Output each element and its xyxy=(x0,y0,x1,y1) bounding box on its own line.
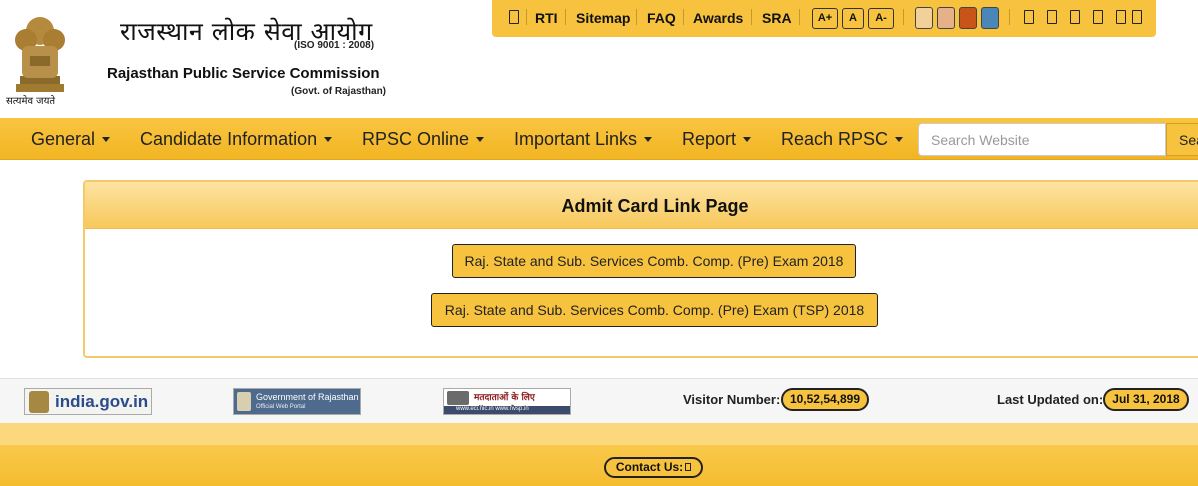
rajasthan-portal-logo[interactable]: Government of Rajasthan Official Web Por… xyxy=(233,388,361,415)
lang-icon-3[interactable] xyxy=(1070,10,1080,24)
ballot-icon xyxy=(447,391,469,405)
admit-card-button-tsp-2018[interactable]: Raj. State and Sub. Services Comb. Comp.… xyxy=(431,293,878,327)
govt-subtitle: (Govt. of Rajasthan) xyxy=(291,86,387,97)
main-navbar: General Candidate Information RPSC Onlin… xyxy=(0,118,1198,160)
caret-down-icon xyxy=(476,136,485,142)
footer-bottom xyxy=(0,445,1198,486)
site-title-english[interactable]: Rajasthan Public Service Commission xyxy=(107,65,380,82)
lang-icon-5[interactable] xyxy=(1116,10,1126,24)
visitor-label: Visitor Number: xyxy=(683,392,781,407)
visitor-count-badge: 10,52,54,899 xyxy=(781,388,869,411)
divider xyxy=(751,9,752,25)
emblem-icon xyxy=(237,392,251,411)
theme-swatch-3[interactable] xyxy=(959,7,977,29)
rti-link[interactable]: RTI xyxy=(535,10,558,26)
divider xyxy=(903,9,904,25)
nav-label: Reach RPSC xyxy=(781,129,889,149)
contact-label: Contact Us: xyxy=(615,460,684,474)
nav-reach-rpsc[interactable]: Reach RPSC xyxy=(781,129,904,150)
theme-swatch-4[interactable] xyxy=(981,7,999,29)
lang-icon-2[interactable] xyxy=(1047,10,1057,24)
font-decrease-button[interactable]: A- xyxy=(868,8,894,29)
caret-down-icon xyxy=(102,136,111,142)
nav-label: Report xyxy=(682,129,737,149)
sitemap-link[interactable]: Sitemap xyxy=(576,10,630,26)
divider xyxy=(799,9,800,25)
last-updated-badge: Jul 31, 2018 xyxy=(1103,388,1189,411)
nav-important-links[interactable]: Important Links xyxy=(514,129,653,150)
home-icon[interactable] xyxy=(509,10,519,24)
rajasthan-portal-subtext: Official Web Portal xyxy=(256,404,306,410)
lang-icon-6[interactable] xyxy=(1132,10,1142,24)
divider xyxy=(683,9,684,25)
lang-icon-1[interactable] xyxy=(1024,10,1034,24)
caret-down-icon xyxy=(895,136,904,142)
voter-services-urls: www.eci.nic.in www.nvsp.in xyxy=(444,406,570,414)
voter-logo-top: मतदाताओं के लिए ऑनलाइन सेवाएं xyxy=(444,389,570,414)
font-increase-button[interactable]: A+ xyxy=(812,8,838,29)
caret-down-icon xyxy=(324,136,333,142)
national-motto: सत्यमेव जयते xyxy=(6,96,56,107)
nav-general[interactable]: General xyxy=(31,129,111,150)
nav-label: RPSC Online xyxy=(362,129,470,149)
footer-logos-bar: india.gov.in Government of Rajasthan Off… xyxy=(0,378,1198,423)
theme-swatch-1[interactable] xyxy=(915,7,933,29)
divider xyxy=(565,9,566,25)
site-header: सत्यमेव जयते राजस्थान लोक सेवा आयोग (ISO… xyxy=(0,0,1198,118)
footer-band xyxy=(0,423,1198,445)
last-updated-label: Last Updated on: xyxy=(997,392,1104,407)
panel-header: Admit Card Link Page xyxy=(85,182,1198,229)
admit-card-panel: Admit Card Link Page Raj. State and Sub.… xyxy=(83,180,1198,358)
nav-label: Important Links xyxy=(514,129,638,149)
india-gov-text: india.gov.in xyxy=(55,392,149,411)
top-utility-bar: RTI Sitemap FAQ Awards SRA A+ A A- xyxy=(492,0,1156,37)
nav-label: Candidate Information xyxy=(140,129,318,149)
lang-icon-4[interactable] xyxy=(1093,10,1103,24)
divider xyxy=(1009,9,1010,25)
faq-link[interactable]: FAQ xyxy=(647,10,676,26)
contact-icon xyxy=(685,462,692,471)
india-gov-logo[interactable]: india.gov.in xyxy=(24,388,152,415)
contact-us-button[interactable]: Contact Us: xyxy=(604,457,703,478)
admit-card-button-pre-2018[interactable]: Raj. State and Sub. Services Comb. Comp.… xyxy=(452,244,856,278)
awards-link[interactable]: Awards xyxy=(693,10,743,26)
font-reset-button[interactable]: A xyxy=(842,8,864,29)
caret-down-icon xyxy=(743,136,752,142)
nav-rpsc-online[interactable]: RPSC Online xyxy=(362,129,485,150)
iso-certification: (ISO 9001 : 2008) xyxy=(294,40,375,51)
panel-title: Admit Card Link Page xyxy=(561,196,749,216)
sra-link[interactable]: SRA xyxy=(762,10,792,26)
theme-swatch-2[interactable] xyxy=(937,7,955,29)
search-button[interactable]: Search xyxy=(1166,123,1198,156)
rajasthan-portal-text: Government of Rajasthan xyxy=(256,392,359,402)
divider xyxy=(526,9,527,25)
emblem-icon xyxy=(29,391,49,413)
voter-services-logo[interactable]: मतदाताओं के लिए ऑनलाइन सेवाएं www.eci.ni… xyxy=(443,388,571,415)
nav-report[interactable]: Report xyxy=(682,129,752,150)
search-input[interactable] xyxy=(918,123,1166,156)
nav-candidate-information[interactable]: Candidate Information xyxy=(140,129,333,150)
divider xyxy=(636,9,637,25)
caret-down-icon xyxy=(644,136,653,142)
nav-label: General xyxy=(31,129,96,149)
